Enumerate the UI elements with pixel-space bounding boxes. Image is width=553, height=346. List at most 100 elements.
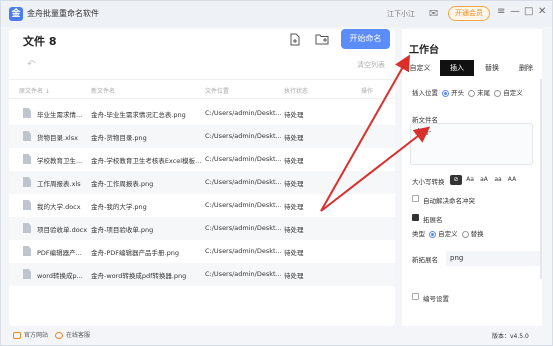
- col-action: 操作: [361, 88, 374, 95]
- col-old-name[interactable]: 原文件名 ↓: [19, 86, 50, 95]
- new-name: 金舟-我的大学.png: [91, 203, 147, 211]
- insert-position-label: 插入位置: [412, 89, 438, 97]
- ext-checkbox[interactable]: [412, 214, 419, 221]
- file-path: C:/Users/admin/Deskt...: [205, 247, 281, 255]
- file-path: C:/Users/admin/Deskt...: [205, 224, 281, 232]
- table-row[interactable]: 学校教育卫生... 金舟-学校教育卫生考核表Excel模板... C:/User…: [9, 148, 395, 171]
- radio-start-label[interactable]: 开头: [451, 89, 464, 97]
- file-count: 文件 8: [23, 35, 57, 48]
- status: 待处理: [284, 157, 304, 165]
- clear-list-button[interactable]: 清空列表: [357, 60, 385, 70]
- table-row[interactable]: word转换成p... 金舟-word转换成pdf转换器.png C:/User…: [9, 263, 395, 286]
- message-icon[interactable]: ✉: [429, 7, 438, 20]
- menu-icon[interactable]: ≡: [497, 6, 505, 17]
- case-option[interactable]: aa: [492, 175, 504, 185]
- radio-end[interactable]: [468, 89, 476, 97]
- col-location: 文件位置: [205, 88, 230, 95]
- file-path: C:/Users/admin/Deskt...: [205, 178, 281, 186]
- file-icon: [23, 154, 31, 164]
- insert-position-row: 插入位置 开头 末尾 自定义: [412, 87, 523, 97]
- tab-custom[interactable]: 自定义: [402, 60, 438, 76]
- status: 待处理: [284, 226, 304, 234]
- service-label[interactable]: 在线客服: [66, 332, 90, 339]
- website-label[interactable]: 官方网站: [24, 332, 48, 339]
- status: 待处理: [284, 111, 304, 119]
- minimize-icon[interactable]: —: [510, 6, 520, 17]
- case-off-icon[interactable]: ⊘: [450, 175, 462, 185]
- file-list-panel: 文件 8 开始命名 ↶ 清空列表 原文件名 ↓ 新文件名 文件位置 执行状态 操…: [9, 29, 395, 326]
- add-folder-icon[interactable]: [315, 33, 329, 48]
- maximize-icon[interactable]: □: [524, 6, 533, 17]
- table-header: 原文件名 ↓ 新文件名 文件位置 执行状态 操作: [9, 79, 395, 99]
- table-row[interactable]: PDF编辑器产... 金舟-PDF编辑器产品手册.png C:/Users/ad…: [9, 240, 395, 263]
- tab-replace[interactable]: 替换: [476, 60, 508, 76]
- type-label: 类型: [412, 230, 425, 238]
- service-link[interactable]: 在线客服: [55, 330, 90, 339]
- table-row[interactable]: 项目验收单.docx 金舟-项目验收单.png C:/Users/admin/D…: [9, 217, 395, 240]
- radio-custom-label[interactable]: 自定义: [503, 89, 523, 97]
- version-label: 版本：v4.5.0: [492, 333, 529, 340]
- old-name: 项目验收单.docx: [37, 226, 88, 234]
- vip-button[interactable]: 开通会员: [448, 6, 490, 21]
- radio-type-replace-label[interactable]: 替换: [471, 230, 484, 238]
- status: 待处理: [284, 134, 304, 142]
- service-icon: [55, 332, 63, 339]
- old-name: word转换成p...: [37, 272, 83, 280]
- mode-tabs: 自定义 插入 替换 删除: [402, 60, 542, 76]
- table-row[interactable]: 货物目录.xlsx 金舟-货物目录.png C:/Users/admin/Des…: [9, 125, 395, 148]
- radio-type-replace[interactable]: [461, 230, 469, 238]
- table-row[interactable]: 毕业生需求情... 金舟-毕业生需求情况汇总表.png C:/Users/adm…: [9, 102, 395, 125]
- file-icon: [23, 177, 31, 187]
- file-icon: [23, 269, 31, 279]
- radio-end-label[interactable]: 末尾: [477, 89, 490, 97]
- new-name: 金舟-项目验收单.png: [91, 226, 154, 234]
- new-name: 金舟-毕业生需求情况汇总表.png: [91, 111, 186, 119]
- file-path: C:/Users/admin/Deskt...: [205, 201, 281, 209]
- old-name: PDF编辑器产...: [37, 249, 82, 257]
- old-name: 我的大学.docx: [37, 203, 81, 211]
- case-option[interactable]: AA: [506, 175, 518, 185]
- new-name-input[interactable]: 金舟-: [410, 123, 533, 165]
- app-title: 金舟批量重命名软件: [27, 9, 99, 18]
- case-option[interactable]: Aa: [464, 175, 476, 185]
- website-link[interactable]: 官方网站: [13, 330, 48, 339]
- file-path: C:/Users/admin/Deskt...: [205, 270, 281, 278]
- auto-conflict-checkbox[interactable]: [412, 195, 419, 202]
- website-icon: [13, 332, 21, 339]
- file-icon: [23, 246, 31, 256]
- radio-custom[interactable]: [494, 89, 502, 97]
- add-file-icon[interactable]: [289, 33, 301, 49]
- radio-type-custom-label[interactable]: 自定义: [438, 230, 458, 238]
- radio-start[interactable]: [442, 89, 450, 97]
- table-row[interactable]: 我的大学.docx 金舟-我的大学.png C:/Users/admin/Des…: [9, 194, 395, 217]
- user-name[interactable]: 江下小江: [387, 9, 415, 19]
- case-option[interactable]: aA: [478, 175, 490, 185]
- ext-label: 拓展名: [423, 216, 443, 224]
- radio-type-custom[interactable]: [429, 230, 437, 238]
- table-row[interactable]: 工作周报表.xls 金舟-工作周报表.png C:/Users/admin/De…: [9, 171, 395, 194]
- close-icon[interactable]: ✕: [538, 6, 546, 17]
- old-name: 工作周报表.xls: [37, 180, 81, 188]
- new-name: 金舟-PDF编辑器产品手册.png: [91, 249, 179, 257]
- new-ext-input[interactable]: png: [446, 251, 541, 266]
- panel-scrollbar[interactable]: [540, 79, 542, 279]
- start-rename-button[interactable]: 开始命名: [341, 29, 390, 49]
- undo-icon[interactable]: ↶: [27, 59, 35, 70]
- case-label: 大小写转换: [412, 178, 445, 186]
- file-path: C:/Users/admin/Deskt...: [205, 109, 281, 117]
- tab-insert[interactable]: 插入: [440, 60, 474, 76]
- old-name: 货物目录.xlsx: [37, 134, 78, 142]
- status: 待处理: [284, 272, 304, 280]
- new-name: 金舟-学校教育卫生考核表Excel模板...: [91, 157, 202, 165]
- file-icon: [23, 131, 31, 141]
- workbench-panel: 工作台 自定义 插入 替换 删除 插入位置 开头 末尾 自定义 新文件名 金舟-…: [402, 29, 542, 326]
- old-name: 学校教育卫生...: [37, 157, 83, 165]
- file-icon: [23, 108, 31, 118]
- status: 待处理: [284, 203, 304, 211]
- numbering-checkbox[interactable]: [412, 293, 419, 300]
- tab-delete[interactable]: 删除: [510, 60, 542, 76]
- status: 待处理: [284, 249, 304, 257]
- new-name: 金舟-word转换成pdf转换器.png: [91, 272, 187, 280]
- status: 待处理: [284, 180, 304, 188]
- app-window: 金 金舟批量重命名软件 江下小江 ✉ 开通会员 ≡ — □ ✕ 文件 8 开始命…: [0, 0, 553, 346]
